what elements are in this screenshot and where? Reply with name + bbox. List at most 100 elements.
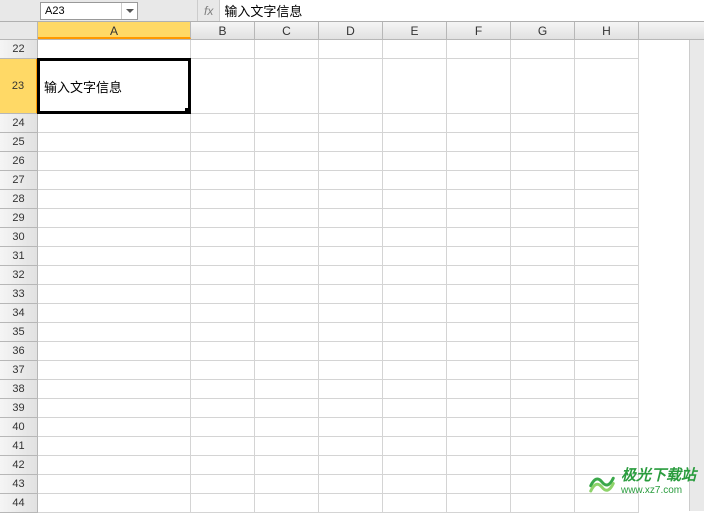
row-header-36[interactable]: 36 <box>0 342 38 361</box>
cell[interactable] <box>38 361 191 380</box>
cell[interactable] <box>511 342 575 361</box>
cell[interactable] <box>447 228 511 247</box>
cell[interactable] <box>38 247 191 266</box>
cell[interactable] <box>255 114 319 133</box>
cell[interactable] <box>255 209 319 228</box>
cell[interactable] <box>383 228 447 247</box>
cell[interactable] <box>255 40 319 59</box>
row-header-24[interactable]: 24 <box>0 114 38 133</box>
cell[interactable] <box>383 59 447 114</box>
cell[interactable] <box>191 494 255 513</box>
cell[interactable] <box>383 133 447 152</box>
cell[interactable] <box>319 494 383 513</box>
vertical-scrollbar[interactable] <box>689 22 704 511</box>
cell[interactable] <box>511 285 575 304</box>
cell[interactable] <box>511 399 575 418</box>
cell[interactable] <box>575 361 639 380</box>
cell[interactable] <box>319 114 383 133</box>
cell[interactable] <box>191 190 255 209</box>
cell[interactable] <box>38 152 191 171</box>
column-header-D[interactable]: D <box>319 22 383 39</box>
cell[interactable] <box>319 342 383 361</box>
cell[interactable] <box>447 190 511 209</box>
cell[interactable] <box>511 59 575 114</box>
cell[interactable] <box>511 380 575 399</box>
cell[interactable] <box>575 399 639 418</box>
column-header-C[interactable]: C <box>255 22 319 39</box>
cell[interactable] <box>191 209 255 228</box>
cell[interactable] <box>255 494 319 513</box>
cell[interactable] <box>38 418 191 437</box>
cell[interactable] <box>191 59 255 114</box>
cell[interactable] <box>319 228 383 247</box>
row-header-35[interactable]: 35 <box>0 323 38 342</box>
cell[interactable] <box>255 437 319 456</box>
cell[interactable] <box>575 209 639 228</box>
row-header-22[interactable]: 22 <box>0 40 38 59</box>
cell[interactable] <box>383 209 447 228</box>
cell[interactable] <box>575 40 639 59</box>
cell[interactable] <box>319 40 383 59</box>
cell[interactable] <box>575 323 639 342</box>
cell[interactable] <box>383 247 447 266</box>
cell[interactable] <box>511 475 575 494</box>
row-header-40[interactable]: 40 <box>0 418 38 437</box>
row-header-43[interactable]: 43 <box>0 475 38 494</box>
cell[interactable] <box>383 40 447 59</box>
cell[interactable] <box>191 418 255 437</box>
cell[interactable] <box>575 437 639 456</box>
cell[interactable] <box>319 190 383 209</box>
cell[interactable] <box>447 494 511 513</box>
cell[interactable] <box>319 266 383 285</box>
cell[interactable] <box>255 323 319 342</box>
cell[interactable] <box>575 190 639 209</box>
cell[interactable] <box>511 209 575 228</box>
cell[interactable] <box>575 247 639 266</box>
row-header-31[interactable]: 31 <box>0 247 38 266</box>
cell[interactable] <box>575 152 639 171</box>
cell[interactable] <box>319 171 383 190</box>
cell[interactable] <box>447 209 511 228</box>
cell[interactable] <box>511 228 575 247</box>
cell[interactable] <box>255 418 319 437</box>
cell[interactable] <box>447 475 511 494</box>
cell[interactable] <box>38 59 191 114</box>
cell[interactable] <box>319 209 383 228</box>
cell[interactable] <box>191 342 255 361</box>
cell[interactable] <box>319 152 383 171</box>
column-header-E[interactable]: E <box>383 22 447 39</box>
cell[interactable] <box>383 399 447 418</box>
cell[interactable] <box>447 456 511 475</box>
cell[interactable] <box>511 190 575 209</box>
cell[interactable] <box>191 361 255 380</box>
cell[interactable] <box>447 40 511 59</box>
cell[interactable] <box>255 133 319 152</box>
cell[interactable] <box>319 418 383 437</box>
cell[interactable] <box>319 247 383 266</box>
name-box[interactable]: A23 <box>40 2 138 20</box>
cell[interactable] <box>38 285 191 304</box>
cell[interactable] <box>255 304 319 323</box>
cell[interactable] <box>447 59 511 114</box>
row-header-37[interactable]: 37 <box>0 361 38 380</box>
cell[interactable] <box>575 59 639 114</box>
row-header-30[interactable]: 30 <box>0 228 38 247</box>
cell[interactable] <box>319 323 383 342</box>
cell[interactable] <box>38 475 191 494</box>
column-header-B[interactable]: B <box>191 22 255 39</box>
cell[interactable] <box>255 456 319 475</box>
cell[interactable] <box>38 342 191 361</box>
cell[interactable] <box>191 399 255 418</box>
name-box-dropdown-icon[interactable] <box>121 3 137 19</box>
row-header-23[interactable]: 23 <box>0 59 38 114</box>
cell-grid[interactable]: 输入文字信息 <box>38 40 704 511</box>
cell[interactable] <box>191 285 255 304</box>
cell[interactable] <box>383 494 447 513</box>
column-header-G[interactable]: G <box>511 22 575 39</box>
cell[interactable] <box>255 171 319 190</box>
cell[interactable] <box>191 171 255 190</box>
cell[interactable] <box>255 285 319 304</box>
cell[interactable] <box>575 304 639 323</box>
cell[interactable] <box>191 323 255 342</box>
cell[interactable] <box>319 380 383 399</box>
